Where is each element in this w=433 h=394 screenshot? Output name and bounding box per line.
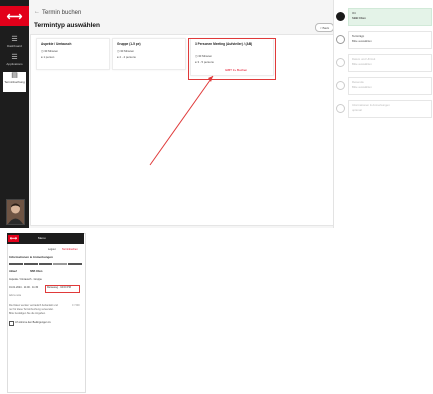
step-subtitle: Bitte auswählen (352, 62, 372, 66)
step-title: Reisende (352, 80, 364, 84)
step-subtitle: Bitte auswählen (352, 39, 372, 43)
add-note-link[interactable]: Add a note (9, 294, 21, 297)
step-subtitle: optional (352, 108, 362, 112)
step-location[interactable]: Ort SBB Olten (336, 8, 432, 26)
section-title: Informationen & Anmerkungen (9, 255, 53, 259)
step-title: Datum und Uhrzeit (352, 57, 376, 61)
privacy-text: Die Daten werden vertraulich behandelt u… (9, 304, 58, 307)
terms-checkbox-label: Ich stimme den Bedingungen zu (15, 321, 51, 324)
progress-segment (23, 263, 38, 265)
step-travelers: Reisende Bitte auswählen (336, 77, 432, 95)
step-appointment-type[interactable]: Termintyp Bitte auswählen (336, 31, 432, 49)
privacy-text: nur für diese Terminbuchung verwendet. (9, 308, 54, 311)
step-subtitle: SBB Olten (352, 16, 366, 20)
char-counter: 0 / 500 (72, 304, 80, 307)
arrowhead-icon (208, 76, 213, 82)
step-check-icon (336, 12, 345, 21)
step-title: Informationen & Anmerkungen (352, 103, 390, 107)
step-circle-icon (336, 35, 345, 44)
progress-segment (68, 263, 82, 265)
step-subtitle: Bitte auswählen (352, 85, 372, 89)
summary-fields: 01.01.2024 · 11:00 · 11:30 (9, 286, 39, 289)
step-information: Informationen & Anmerkungen optional (336, 100, 432, 118)
step-progress-bar (9, 263, 82, 265)
annotation-arrow (149, 75, 214, 166)
step-circle-icon (336, 58, 345, 67)
highlighted-field[interactable]: Reiseweg · 04:00 PM (47, 286, 71, 289)
progress-segment (38, 263, 53, 265)
step-circle-icon (336, 104, 345, 113)
summary-label: Ablauf (9, 270, 17, 273)
book-appointment-link[interactable]: Terminbuchen (62, 248, 78, 251)
step-date-time: Datum und Uhrzeit Bitte auswählen (336, 54, 432, 72)
step-circle-icon (336, 81, 345, 90)
mobile-header-title[interactable]: Menu (38, 236, 46, 240)
summary-location: SBB Olten (30, 270, 43, 273)
terms-checkbox[interactable] (9, 321, 14, 326)
logout-link[interactable]: Logout (48, 248, 56, 251)
sbb-logo[interactable]: ⟷ (8, 235, 19, 242)
step-title: Ort (352, 11, 356, 15)
progress-segment (9, 263, 23, 265)
summary-line: Aspekte / Umtausch · Gruppe (9, 278, 42, 281)
privacy-text: Bitte bestätigen Sie die Angaben. (9, 312, 46, 315)
step-title: Termintyp (352, 34, 365, 38)
progress-segment (53, 263, 68, 265)
